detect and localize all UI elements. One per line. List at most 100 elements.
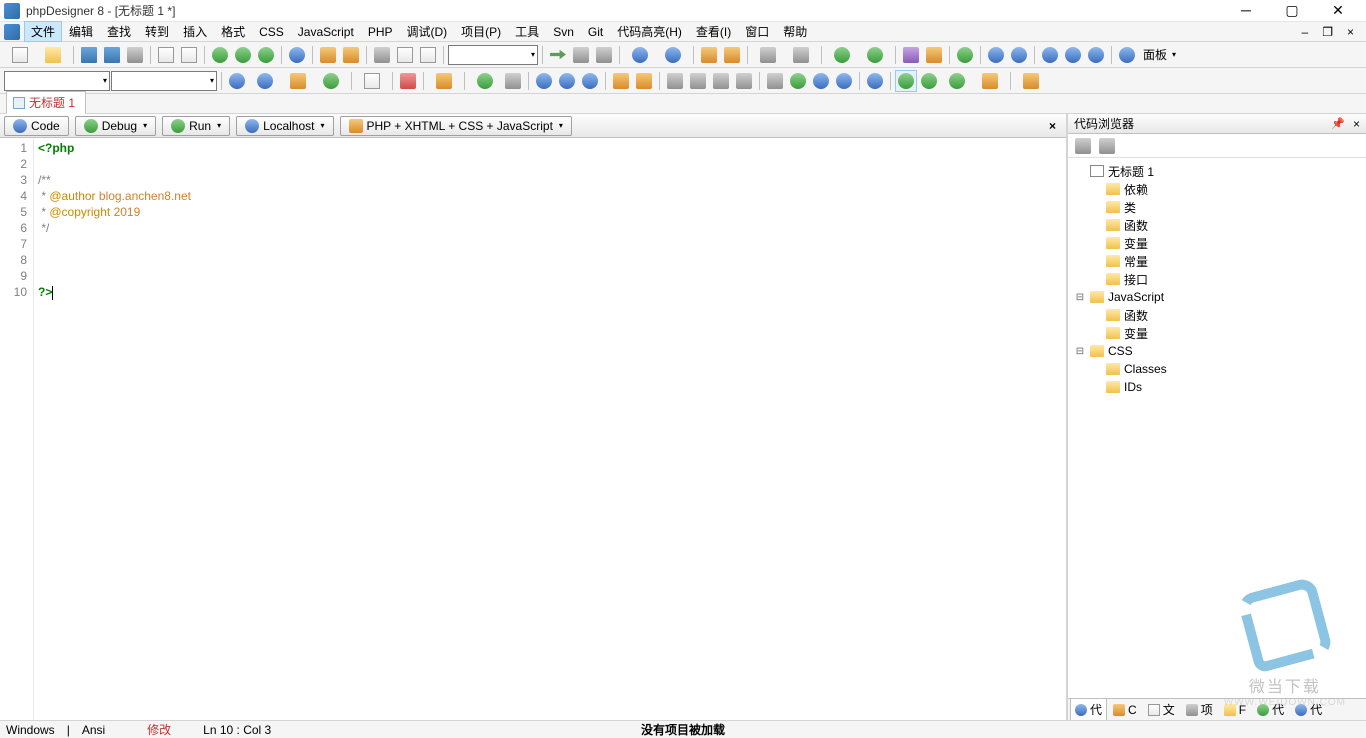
pin-icon[interactable]: 📌 bbox=[1331, 117, 1345, 130]
menu-file[interactable]: 文件 bbox=[24, 21, 62, 42]
doc-button[interactable] bbox=[356, 70, 388, 92]
view-localhost-button[interactable]: Localhost▾ bbox=[236, 116, 333, 136]
find-button[interactable] bbox=[570, 44, 592, 66]
menu-svn[interactable]: Svn bbox=[546, 23, 581, 41]
menu-tools[interactable]: 工具 bbox=[508, 21, 546, 42]
tag-button-3[interactable] bbox=[282, 70, 314, 92]
side-tab-code[interactable]: 代 bbox=[1070, 698, 1107, 720]
code-content[interactable]: <?php /** * @author blog.anchen8.net * @… bbox=[34, 138, 1066, 720]
copy-button[interactable] bbox=[155, 44, 177, 66]
tool-button-1[interactable] bbox=[826, 44, 858, 66]
layout-button-2[interactable] bbox=[1062, 44, 1084, 66]
menu-format[interactable]: 格式 bbox=[214, 21, 252, 42]
side-close-button[interactable]: × bbox=[1353, 117, 1360, 131]
editor-close-button[interactable]: × bbox=[1043, 119, 1062, 133]
menu-git[interactable]: Git bbox=[581, 23, 610, 41]
tree-node-js-func[interactable]: 函数 bbox=[1070, 306, 1364, 324]
browser-button-3[interactable] bbox=[255, 44, 277, 66]
indent-button-2[interactable] bbox=[556, 70, 578, 92]
window-button-2[interactable] bbox=[1008, 44, 1030, 66]
browser-button-2[interactable] bbox=[232, 44, 254, 66]
bookmark-button[interactable] bbox=[624, 44, 656, 66]
tag-button-1[interactable] bbox=[226, 70, 248, 92]
side-tab-f[interactable]: F bbox=[1219, 700, 1251, 720]
form-button-2[interactable] bbox=[687, 70, 709, 92]
tree-node-deps[interactable]: 依赖 bbox=[1070, 180, 1364, 198]
side-tab-code2[interactable]: 代 bbox=[1252, 698, 1289, 720]
print-button[interactable] bbox=[124, 44, 146, 66]
element-combo[interactable]: ▾ bbox=[4, 71, 110, 91]
layout-button-1[interactable] bbox=[1039, 44, 1061, 66]
menu-project[interactable]: 项目(P) bbox=[454, 21, 508, 42]
back-button[interactable] bbox=[752, 44, 784, 66]
link-icon[interactable] bbox=[764, 70, 786, 92]
file-tab-untitled[interactable]: 无标题 1 bbox=[6, 91, 86, 114]
side-tab-file[interactable]: 文 bbox=[1143, 698, 1180, 720]
code-tree[interactable]: 无标题 1 依赖 类 函数 变量 常量 接口 ⊟JavaScript 函数 变量… bbox=[1068, 158, 1366, 698]
list-icon[interactable] bbox=[833, 70, 855, 92]
highlight-button[interactable] bbox=[923, 44, 945, 66]
menu-goto[interactable]: 转到 bbox=[138, 21, 176, 42]
tree-node-class[interactable]: 类 bbox=[1070, 198, 1364, 216]
cut-button[interactable] bbox=[371, 44, 393, 66]
find-next-button[interactable] bbox=[593, 44, 615, 66]
tree-node-css-classes[interactable]: Classes bbox=[1070, 360, 1364, 378]
class-combo[interactable]: ▾ bbox=[111, 71, 217, 91]
side-tab-proj[interactable]: 项 bbox=[1181, 698, 1218, 720]
maximize-button[interactable]: ▢ bbox=[1278, 2, 1306, 19]
panel-toggle-button[interactable] bbox=[1116, 44, 1138, 66]
tag-button-4[interactable] bbox=[315, 70, 347, 92]
menu-search[interactable]: 查找 bbox=[100, 21, 138, 42]
side-tab-code3[interactable]: 代 bbox=[1290, 698, 1327, 720]
paste2-button[interactable] bbox=[417, 44, 439, 66]
menu-window[interactable]: 窗口 bbox=[738, 21, 776, 42]
form-button-4[interactable] bbox=[733, 70, 755, 92]
form-button-1[interactable] bbox=[664, 70, 686, 92]
tree-node-js[interactable]: ⊟JavaScript bbox=[1070, 288, 1364, 306]
menu-css[interactable]: CSS bbox=[252, 23, 291, 41]
table-icon[interactable] bbox=[810, 70, 832, 92]
preview-button[interactable] bbox=[286, 44, 308, 66]
menu-php[interactable]: PHP bbox=[361, 23, 400, 41]
save-all-button[interactable] bbox=[101, 44, 123, 66]
pointer-icon[interactable] bbox=[633, 70, 655, 92]
forward-button[interactable] bbox=[785, 44, 817, 66]
menu-view[interactable]: 查看(I) bbox=[689, 21, 738, 42]
nav-forward-button[interactable] bbox=[547, 44, 569, 66]
image-icon[interactable] bbox=[787, 70, 809, 92]
tree-node-iface[interactable]: 接口 bbox=[1070, 270, 1364, 288]
menu-help[interactable]: 帮助 bbox=[776, 21, 814, 42]
tree-node-js-var[interactable]: 变量 bbox=[1070, 324, 1364, 342]
mdi-minimize[interactable]: – bbox=[1298, 25, 1313, 39]
tree-root[interactable]: 无标题 1 bbox=[1070, 162, 1364, 180]
undo-button[interactable] bbox=[317, 44, 339, 66]
menu-debug[interactable]: 调试(D) bbox=[400, 21, 455, 42]
window-button-1[interactable] bbox=[985, 44, 1007, 66]
check-button[interactable] bbox=[900, 44, 922, 66]
css-button-4[interactable] bbox=[974, 70, 1006, 92]
save-button[interactable] bbox=[78, 44, 100, 66]
side-tab-c[interactable]: C bbox=[1108, 700, 1142, 720]
flag-button[interactable] bbox=[469, 70, 501, 92]
view-code-button[interactable]: Code bbox=[4, 116, 69, 136]
tree-node-var[interactable]: 变量 bbox=[1070, 234, 1364, 252]
css-button-2[interactable] bbox=[918, 70, 940, 92]
copy2-button[interactable] bbox=[394, 44, 416, 66]
new-file-button[interactable] bbox=[4, 44, 36, 66]
open-file-button[interactable] bbox=[37, 44, 69, 66]
rocket-icon[interactable] bbox=[397, 70, 419, 92]
tree-node-func[interactable]: 函数 bbox=[1070, 216, 1364, 234]
paste-button[interactable] bbox=[178, 44, 200, 66]
hand-icon[interactable] bbox=[610, 70, 632, 92]
tree-node-css-ids[interactable]: IDs bbox=[1070, 378, 1364, 396]
div-icon[interactable] bbox=[864, 70, 886, 92]
menu-highlight[interactable]: 代码高亮(H) bbox=[610, 21, 689, 42]
css-button-3[interactable] bbox=[941, 70, 973, 92]
flag2-button[interactable] bbox=[502, 70, 524, 92]
menu-javascript[interactable]: JavaScript bbox=[291, 23, 361, 41]
browser-button-1[interactable] bbox=[209, 44, 231, 66]
form-button-3[interactable] bbox=[710, 70, 732, 92]
minimize-button[interactable]: ─ bbox=[1232, 2, 1260, 19]
tree-node-const[interactable]: 常量 bbox=[1070, 252, 1364, 270]
filter-button-2[interactable] bbox=[721, 44, 743, 66]
